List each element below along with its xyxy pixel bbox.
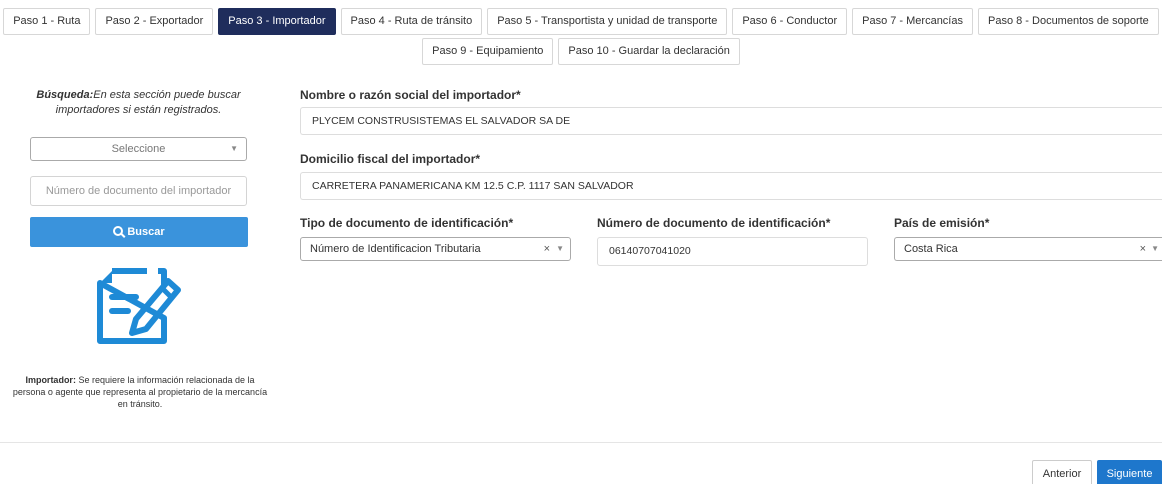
- footer-divider: [0, 442, 1162, 443]
- next-button[interactable]: Siguiente: [1097, 460, 1162, 484]
- importer-note-bold: Importador:: [25, 375, 76, 385]
- search-help-bold: Búsqueda:: [36, 89, 94, 101]
- tab-paso-1[interactable]: Paso 1 - Ruta: [3, 8, 91, 35]
- tab-paso-2[interactable]: Paso 2 - Exportador: [95, 8, 214, 35]
- country-select[interactable]: Costa Rica × ▼: [894, 237, 1162, 261]
- chevron-down-icon: ▼: [1151, 244, 1159, 253]
- tab-paso-8[interactable]: Paso 8 - Documentos de soporte: [977, 8, 1159, 35]
- search-type-placeholder: Seleccione: [111, 143, 166, 155]
- previous-button[interactable]: Anterior: [1032, 460, 1092, 484]
- importer-name-label: Nombre o razón social del importador*: [300, 88, 521, 102]
- steps-row-2: Paso 9 - Equipamiento Paso 10 - Guardar …: [0, 38, 1162, 65]
- importer-note: Importador: Se requiere la información r…: [10, 374, 270, 410]
- search-button-label: Buscar: [127, 226, 165, 238]
- search-button[interactable]: Buscar: [30, 217, 248, 247]
- importer-name-field[interactable]: PLYCEM CONSTRUSISTEMAS EL SALVADOR SA DE: [300, 107, 1162, 135]
- doc-type-select[interactable]: Número de Identificacion Tributaria × ▼: [300, 237, 571, 261]
- importer-address-field[interactable]: CARRETERA PANAMERICANA KM 12.5 C.P. 1117…: [300, 172, 1162, 200]
- importer-address-label: Domicilio fiscal del importador*: [300, 152, 481, 166]
- tab-paso-7[interactable]: Paso 7 - Mercancías: [852, 8, 973, 35]
- chevron-down-icon: ▼: [230, 144, 238, 153]
- magnifier-icon: [113, 226, 124, 236]
- doc-number-label: Número de documento de identificación*: [597, 216, 831, 230]
- tab-paso-10[interactable]: Paso 10 - Guardar la declaración: [558, 38, 740, 65]
- steps-row-1: Paso 1 - Ruta Paso 2 - Exportador Paso 3…: [0, 8, 1162, 35]
- tab-paso-4[interactable]: Paso 4 - Ruta de tránsito: [340, 8, 483, 35]
- doc-number-field[interactable]: 06140707041020: [597, 237, 868, 266]
- tab-paso-5[interactable]: Paso 5 - Transportista y unidad de trans…: [487, 8, 728, 35]
- clear-icon[interactable]: ×: [544, 238, 550, 260]
- document-edit-icon: [97, 268, 181, 344]
- tab-paso-6[interactable]: Paso 6 - Conductor: [732, 8, 848, 35]
- importer-doc-search-input[interactable]: Número de documento del importador: [30, 176, 247, 206]
- doc-type-label: Tipo de documento de identificación*: [300, 216, 514, 230]
- doc-type-value: Número de Identificacion Tributaria: [310, 243, 481, 255]
- tab-paso-3[interactable]: Paso 3 - Importador: [218, 8, 336, 35]
- tab-paso-9[interactable]: Paso 9 - Equipamiento: [422, 38, 554, 65]
- search-panel: Búsqueda:En esta sección puede buscar im…: [0, 88, 277, 409]
- country-value: Costa Rica: [904, 243, 958, 255]
- search-type-select[interactable]: Seleccione ▼: [30, 137, 247, 161]
- clear-icon[interactable]: ×: [1140, 238, 1146, 260]
- chevron-down-icon: ▼: [556, 244, 564, 253]
- search-help-text: Búsqueda:En esta sección puede buscar im…: [0, 88, 277, 118]
- country-label: País de emisión*: [894, 216, 990, 230]
